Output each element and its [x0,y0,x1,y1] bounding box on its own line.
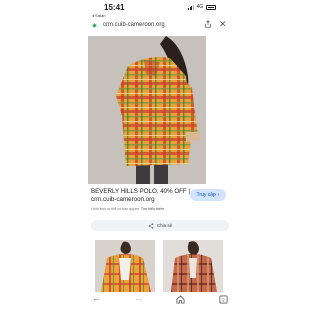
share-button[interactable]: Chia sẻ [91,220,229,231]
main-product-image[interactable] [88,36,206,184]
url-bar[interactable]: crm.cuib-cameroon.org ✕ [86,18,234,34]
signal-icon [188,4,194,10]
share-icon [148,222,154,229]
url-text: crm.cuib-cameroon.org [103,22,165,28]
visit-label: Truy cập [196,192,216,198]
status-indicators: 4G [188,4,217,10]
svg-text:2: 2 [222,297,225,302]
related-image-1[interactable] [95,240,155,292]
tabs-icon[interactable]: 2 [219,295,228,306]
visit-button[interactable]: Truy cập › [190,189,226,201]
close-icon[interactable]: ✕ [219,19,227,30]
battery-icon [206,4,217,10]
home-icon[interactable] [176,295,185,306]
learn-more-link[interactable]: Tìm hiểu thêm [141,207,164,211]
back-arrow-icon[interactable]: ← [92,293,101,303]
status-time: 15:41 [104,3,125,12]
share-icon[interactable] [204,20,212,30]
result-title[interactable]: BEVERLY HILLS POLO, 40% OFF | crm.cuib-c… [91,188,199,204]
related-image-2[interactable] [163,240,223,292]
site-favicon-icon [91,22,98,29]
forward-arrow-icon[interactable]: → [134,293,143,303]
copyright-text: Hình ảnh có thể có bản quyền. [91,207,140,211]
chevron-right-icon: › [217,192,220,198]
network-label: 4G [196,4,204,10]
copyright-note: Hình ảnh có thể có bản quyền. Tìm hiểu t… [91,207,164,211]
share-label: Chia sẻ [156,223,173,228]
